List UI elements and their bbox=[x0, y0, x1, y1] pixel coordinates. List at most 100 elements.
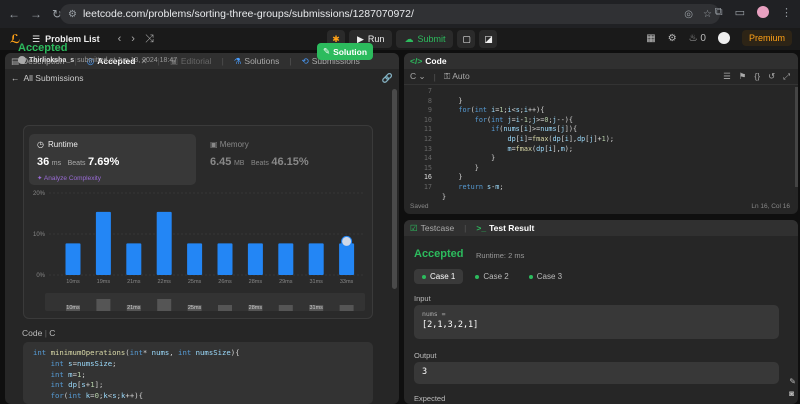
line-number: 10 bbox=[423, 115, 432, 124]
streak-counter[interactable]: ♨ 0 bbox=[689, 33, 706, 44]
sidebar-icon[interactable]: ▭ bbox=[735, 6, 745, 19]
x-tick-label: 21ms bbox=[127, 279, 141, 285]
code-preview[interactable]: int minimumOperations(int* nums, int num… bbox=[23, 342, 373, 404]
language-select[interactable]: C ⌄ bbox=[410, 71, 426, 82]
test-status: Accepted bbox=[414, 248, 464, 260]
notes-button[interactable]: ▢ bbox=[457, 30, 476, 48]
memory-box[interactable]: ▣ Memory 6.45 MB Beats 46.15% bbox=[204, 134, 364, 185]
expand-icon[interactable]: ⤢ bbox=[783, 71, 790, 82]
bar bbox=[156, 211, 172, 275]
clock-icon: ◷ bbox=[37, 140, 44, 149]
output-box[interactable]: 3 bbox=[414, 362, 779, 384]
shuffle-icon[interactable]: ⤨ bbox=[145, 33, 154, 46]
line-number: 16 bbox=[423, 173, 432, 182]
fire-icon: ♨ bbox=[688, 32, 698, 44]
tab-code[interactable]: </> Code bbox=[410, 56, 447, 66]
code-preview-line: for(int k=0;k<s;k++){ bbox=[50, 391, 143, 401]
y-tick-label: 10% bbox=[33, 232, 46, 238]
menu-kebab-icon[interactable]: ⋮ bbox=[781, 6, 792, 19]
editor-tabbar: </> Code bbox=[404, 53, 798, 69]
editor-toolbar: C ⌄ | ⚿ Auto ☰ ⚑ {} ↺ ⤢ bbox=[404, 69, 798, 85]
site-info-icon[interactable]: ⚙ bbox=[68, 9, 77, 20]
input-box[interactable]: nums = [2,1,3,2,1] bbox=[414, 305, 779, 339]
premium-button[interactable]: Premium bbox=[741, 30, 792, 46]
history-icon: ⟲ bbox=[301, 55, 309, 66]
editor-line: for(int i=1;i<s;i++){ bbox=[458, 106, 545, 115]
share-link-icon[interactable]: 🔗 bbox=[382, 73, 393, 84]
runtime-distribution-chart: 20% 10% 0% 10ms 19ms 21ms 22ms 25ms 26ms 28ms 29ms… bbox=[33, 191, 365, 311]
runtime-value: 36 bbox=[37, 156, 50, 168]
extensions-icon[interactable]: ⧉ bbox=[715, 6, 723, 19]
camera-icon[interactable]: ◙ bbox=[789, 388, 796, 400]
corner-tools: ✎ ◙ bbox=[789, 376, 796, 400]
code-label: Code | C bbox=[22, 328, 56, 338]
tab-test-result[interactable]: >_ Test Result bbox=[476, 223, 534, 233]
eye-off-icon[interactable]: ◎ bbox=[684, 9, 693, 20]
case-tab-2[interactable]: Case 2 bbox=[467, 269, 516, 284]
y-tick-label: 20% bbox=[33, 191, 46, 197]
line-number: 15 bbox=[423, 163, 432, 172]
tab-testcase[interactable]: ☑ Testcase bbox=[410, 223, 454, 234]
bookmark-star-icon[interactable]: ☆ bbox=[703, 9, 712, 20]
line-number: 7 bbox=[427, 87, 432, 95]
left-scrollbar[interactable] bbox=[392, 89, 397, 289]
note-icon: ▢ bbox=[462, 33, 471, 44]
format-braces-icon[interactable]: {} bbox=[754, 71, 760, 82]
mini-label: 21ms bbox=[127, 305, 141, 311]
test-tabbar: ☑ Testcase | >_ Test Result bbox=[404, 220, 798, 236]
bar bbox=[126, 243, 142, 275]
edit-icon: ✎ bbox=[322, 46, 331, 56]
line-number: 12 bbox=[423, 134, 432, 143]
submit-button[interactable]: ☁ Submit bbox=[396, 30, 454, 48]
mini-bar bbox=[339, 305, 354, 311]
mini-bar bbox=[218, 305, 232, 311]
mini-bar bbox=[96, 299, 111, 311]
case-tab-1[interactable]: Case 1 bbox=[414, 269, 464, 284]
input-label: Input bbox=[414, 294, 431, 303]
code-brackets-icon: </> bbox=[410, 56, 423, 66]
x-tick-label: 22ms bbox=[157, 279, 171, 285]
reset-icon[interactable]: ↺ bbox=[768, 71, 775, 82]
editor-line: for(int j=i-1;j>=0;j--){ bbox=[474, 115, 573, 124]
bookmark-icon[interactable]: ⚑ bbox=[739, 71, 747, 82]
all-submissions-link[interactable]: ← All Submissions bbox=[11, 73, 84, 83]
profile-avatar[interactable] bbox=[757, 6, 769, 18]
editor-line: dp[i]=fmax(dp[i],dp[j]+1); bbox=[507, 134, 614, 143]
back-arrow-icon: ← bbox=[11, 73, 20, 83]
browser-toolbar: ← → ↻ ⚙ leetcode.com/problems/sorting-th… bbox=[0, 0, 800, 28]
editor-scrollbar[interactable] bbox=[795, 87, 798, 187]
layout-icon[interactable]: ▦ bbox=[646, 33, 655, 44]
submitter-name[interactable]: Thirlioksha_s bbox=[29, 57, 74, 64]
mini-bar bbox=[157, 299, 172, 311]
url-text: leetcode.com/problems/sorting-three-grou… bbox=[82, 8, 414, 20]
forward-arrow-icon[interactable]: → bbox=[30, 7, 42, 21]
line-number: 13 bbox=[423, 144, 432, 153]
runtime-beats: 7.69% bbox=[88, 156, 120, 168]
address-bar[interactable]: ⚙ leetcode.com/problems/sorting-three-gr… bbox=[60, 4, 720, 24]
prev-problem-icon[interactable]: ‹ bbox=[118, 33, 122, 46]
autocomplete-toggle[interactable]: ⚿ Auto bbox=[444, 71, 470, 82]
analyze-complexity-link[interactable]: ✦ Analyze Complexity bbox=[37, 174, 101, 182]
user-avatar[interactable] bbox=[717, 32, 730, 44]
line-number: 17 bbox=[423, 182, 432, 191]
code-preview-line: int dp[s+1]; bbox=[50, 380, 104, 390]
editor-code[interactable]: } for(int i=1;i<s;i++){ for(int j=i-1;j>… bbox=[442, 87, 614, 214]
whiteboard-button[interactable]: ◪ bbox=[479, 30, 498, 48]
submission-status: Accepted bbox=[18, 42, 68, 54]
your-submission-marker bbox=[341, 235, 353, 247]
memory-value: 6.45 bbox=[210, 156, 232, 168]
tab-solutions[interactable]: ⚗ Solutions bbox=[234, 56, 280, 67]
x-tick-label: 26ms bbox=[218, 279, 232, 285]
notes-icon[interactable]: ☰ bbox=[723, 71, 731, 82]
feedback-icon[interactable]: ✎ bbox=[789, 376, 796, 388]
flask-icon: ⚗ bbox=[233, 55, 242, 66]
code-editor-panel: </> Code C ⌄ | ⚿ Auto ☰ ⚑ {} ↺ ⤢ 7 8 9 10 11 1… bbox=[404, 53, 798, 214]
settings-gear-icon[interactable]: ⚙ bbox=[668, 33, 677, 44]
x-tick-label: 28ms bbox=[249, 279, 263, 285]
leetcode-header: ℒ ☰ Problem List ‹ › ⤨ ✱ ▶ Run ☁ Submit … bbox=[0, 28, 800, 50]
case-tab-3[interactable]: Case 3 bbox=[521, 269, 570, 284]
back-arrow-icon[interactable]: ← bbox=[8, 7, 20, 21]
next-problem-icon[interactable]: › bbox=[131, 33, 135, 46]
solution-button[interactable]: ✎ Solution bbox=[317, 43, 373, 60]
runtime-box[interactable]: ◷ Runtime 36 ms Beats 7.69% ✦ Analyze Com… bbox=[29, 134, 196, 185]
